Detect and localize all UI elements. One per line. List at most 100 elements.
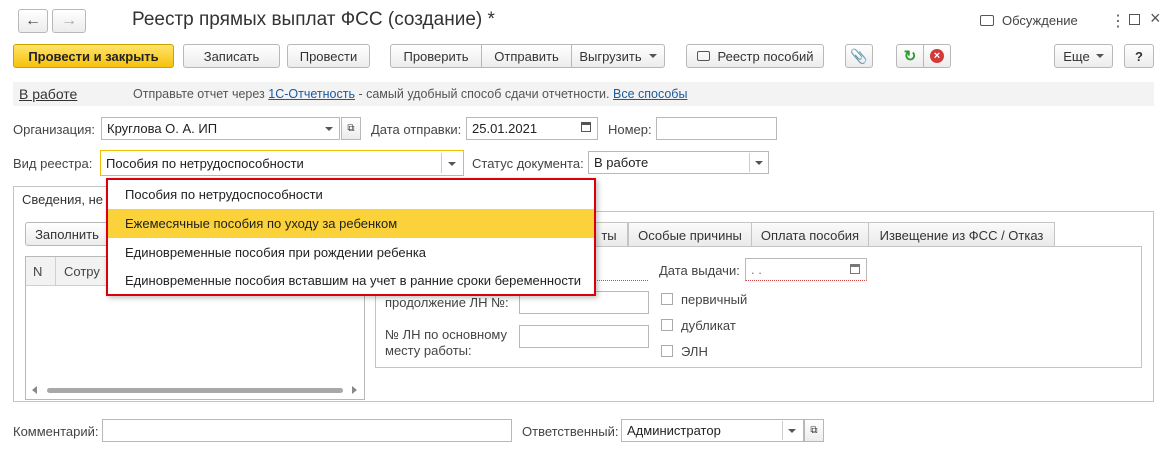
status-text-after: - самый удобный способ сдачи отчетности.	[354, 87, 613, 101]
eln-checkbox[interactable]	[661, 345, 673, 357]
help-button[interactable]: ?	[1124, 44, 1154, 68]
attach-button[interactable]: 📎	[845, 44, 873, 68]
discussion-label: Обсуждение	[1002, 13, 1078, 28]
chevron-down-icon	[648, 54, 657, 58]
chevron-down-icon[interactable]	[788, 429, 796, 433]
tab-special-reasons[interactable]: Особые причины	[628, 222, 752, 247]
responsible-value: Администратор	[627, 423, 721, 438]
doc-status-field[interactable]: В работе	[588, 151, 769, 174]
window-title: Реестр прямых выплат ФСС (создание) *	[132, 9, 495, 30]
col-employee-header[interactable]: Сотру	[64, 264, 100, 279]
issue-date-value: . .	[751, 262, 762, 277]
all-methods-link[interactable]: Все способы	[613, 87, 687, 101]
doc-status-value: В работе	[594, 155, 649, 170]
registry-type-label: Вид реестра:	[13, 156, 93, 171]
printer-icon	[696, 51, 710, 61]
post-button[interactable]: Провести	[287, 44, 370, 68]
doc-status-label: Статус документа:	[472, 156, 584, 171]
doc-status-separator	[749, 153, 750, 172]
duplicate-label: дубликат	[681, 318, 736, 333]
open-form-icon: ⧉	[810, 425, 818, 436]
discussion-button[interactable]: Обсуждение	[980, 13, 1078, 28]
save-button[interactable]: Записать	[183, 44, 280, 68]
org-field[interactable]: Круглова О. А. ИП	[101, 117, 340, 140]
cancel-posting-button[interactable]: ×	[923, 44, 951, 68]
main-job-label-1: № ЛН по основному	[385, 327, 508, 342]
back-button[interactable]: ←	[18, 9, 48, 33]
dropdown-option[interactable]: Пособия по нетрудоспособности	[108, 180, 594, 209]
number-label: Номер:	[608, 122, 652, 137]
responsible-separator	[782, 421, 783, 440]
tab-details[interactable]: Сведения, не	[13, 186, 109, 212]
horizontal-scrollbar[interactable]	[47, 388, 343, 393]
forward-button[interactable]: →	[52, 9, 86, 33]
chevron-down-icon[interactable]	[325, 127, 333, 131]
tab-partial-label: ты	[601, 227, 617, 243]
scroll-right-icon[interactable]	[352, 386, 357, 394]
tab-fss-notice[interactable]: Извещение из ФСС / Отказ	[868, 222, 1055, 247]
col-n-header[interactable]: N	[33, 264, 42, 279]
number-field[interactable]	[656, 117, 777, 140]
calendar-icon[interactable]	[850, 264, 860, 274]
paperclip-icon: 📎	[850, 47, 868, 64]
check-button[interactable]: Проверить	[390, 44, 482, 68]
tab-benefit-payment[interactable]: Оплата пособия	[751, 222, 869, 247]
responsible-field[interactable]: Администратор	[621, 419, 804, 442]
continuation-label: продолжение ЛН №:	[385, 295, 509, 310]
more-label: Еще	[1063, 48, 1090, 64]
scroll-left-icon[interactable]	[32, 386, 37, 394]
reporting-link[interactable]: 1С-Отчетность	[268, 87, 355, 101]
org-value: Круглова О. А. ИП	[107, 121, 218, 136]
status-text-before: Отправьте отчет через	[133, 87, 269, 101]
chevron-down-icon	[1095, 54, 1104, 58]
post-and-close-button[interactable]: Провести и закрыть	[13, 44, 174, 68]
col-separator	[55, 257, 56, 285]
comment-field[interactable]	[102, 419, 512, 442]
tab-fss-notice-label: Извещение из ФСС / Отказ	[879, 227, 1044, 243]
speech-bubble-icon	[980, 15, 994, 26]
open-org-button[interactable]: ⧉	[341, 117, 361, 140]
open-form-icon: ⧉	[347, 123, 355, 134]
export-button[interactable]: Выгрузить	[571, 44, 665, 68]
export-label: Выгрузить	[579, 48, 642, 64]
benefits-registry-label: Реестр пособий	[717, 48, 814, 64]
main-job-label-2: месту работы:	[385, 343, 472, 358]
eln-label: ЭЛН	[681, 344, 708, 359]
dropdown-option-highlighted[interactable]: Ежемесячные пособия по уходу за ребенком	[108, 209, 594, 238]
chevron-down-icon[interactable]	[448, 162, 456, 166]
send-date-value: 25.01.2021	[472, 121, 538, 136]
main-job-field[interactable]	[519, 325, 649, 348]
tab-details-label: Сведения, не	[22, 192, 104, 207]
send-date-label: Дата отправки:	[371, 122, 462, 137]
org-label: Организация:	[13, 122, 96, 137]
maximize-icon[interactable]	[1129, 14, 1140, 25]
more-vertical-icon[interactable]: ⋮	[1110, 11, 1126, 31]
refresh-button[interactable]: ↻	[896, 44, 924, 68]
primary-checkbox[interactable]	[661, 293, 673, 305]
open-responsible-button[interactable]: ⧉	[804, 419, 824, 442]
registry-type-field[interactable]: Пособия по нетрудоспособности	[100, 150, 464, 176]
refresh-icon: ↻	[903, 48, 917, 65]
dropdown-option[interactable]: Единовременные пособия вставшим на учет …	[108, 267, 594, 295]
partial-field-edge[interactable]	[590, 258, 648, 281]
issue-date-label: Дата выдачи:	[659, 263, 740, 278]
close-circle-icon: ×	[930, 49, 944, 63]
fill-button[interactable]: Заполнить	[25, 222, 109, 246]
more-button[interactable]: Еще	[1054, 44, 1113, 68]
arrow-left-icon: ←	[25, 12, 41, 29]
arrow-right-icon: →	[61, 12, 77, 29]
registry-type-separator	[441, 153, 442, 173]
registry-type-value: Пособия по нетрудоспособности	[106, 155, 304, 171]
close-icon[interactable]: ×	[1150, 8, 1161, 29]
dropdown-option[interactable]: Единовременные пособия при рождении ребе…	[108, 238, 594, 267]
send-button[interactable]: Отправить	[481, 44, 572, 68]
send-date-field[interactable]: 25.01.2021	[466, 117, 598, 140]
chevron-down-icon[interactable]	[755, 161, 763, 165]
status-message: Отправьте отчет через 1С-Отчетность - са…	[133, 87, 687, 101]
responsible-label: Ответственный:	[522, 424, 619, 439]
benefits-registry-button[interactable]: Реестр пособий	[686, 44, 824, 68]
issue-date-field[interactable]: . .	[745, 258, 867, 281]
calendar-icon[interactable]	[581, 122, 591, 132]
status-state-link[interactable]: В работе	[19, 86, 77, 102]
duplicate-checkbox[interactable]	[661, 319, 673, 331]
